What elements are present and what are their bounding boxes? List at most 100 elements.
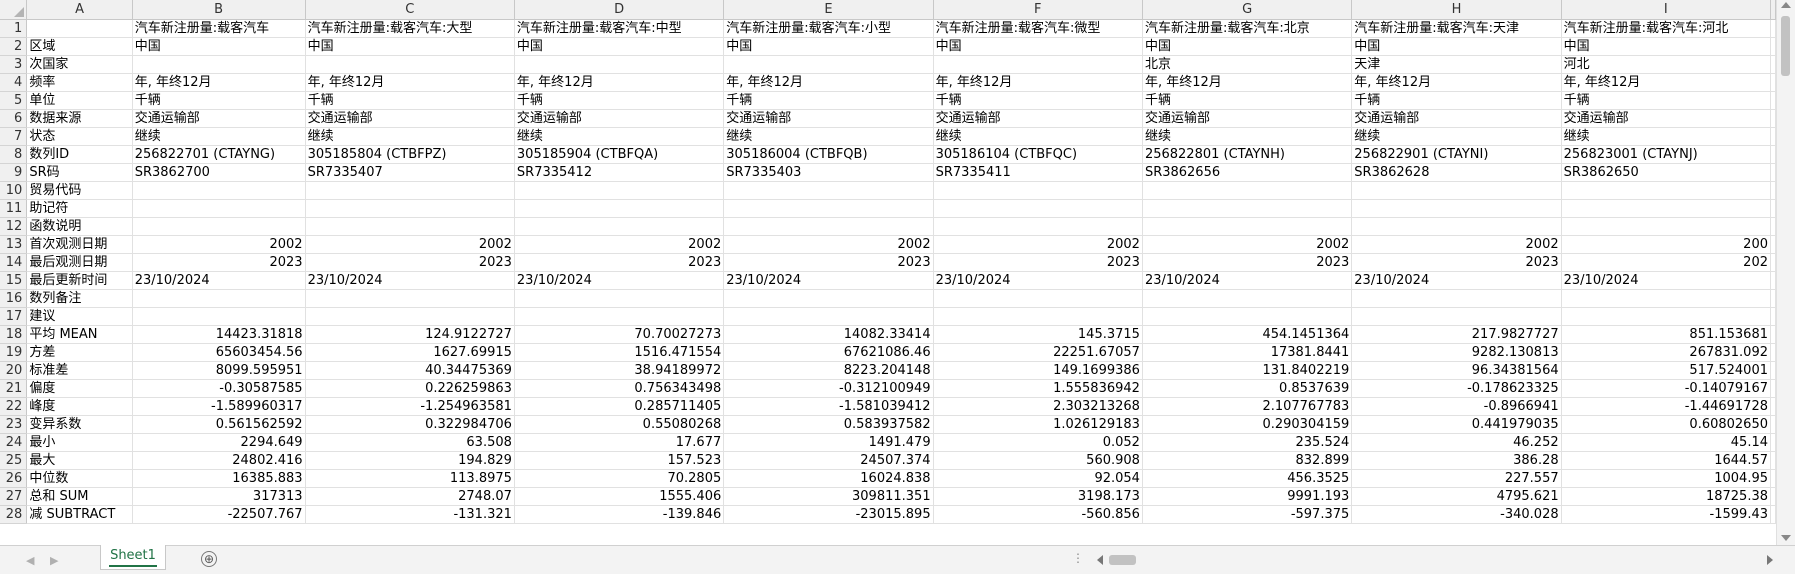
row-header[interactable]: 19 — [0, 343, 28, 362]
cell-B6[interactable]: 交通运输部 — [132, 109, 306, 128]
cell-A15[interactable]: 最后更新时间 — [26, 271, 133, 290]
cell-F3[interactable] — [933, 55, 1143, 74]
prev-sheet-icon[interactable]: ◀ — [26, 554, 34, 567]
row-header[interactable]: 16 — [0, 289, 28, 308]
cell-overflow[interactable] — [1770, 127, 1776, 146]
cell-F1[interactable]: 汽车新注册量:载客汽车:微型 — [933, 19, 1143, 38]
cell-overflow[interactable] — [1770, 271, 1776, 290]
cell-D1[interactable]: 汽车新注册量:载客汽车:中型 — [514, 19, 725, 38]
cell-D20[interactable]: 38.94189972 — [514, 361, 725, 380]
cell-E1[interactable]: 汽车新注册量:载客汽车:小型 — [723, 19, 934, 38]
cell-F27[interactable]: 3198.173 — [933, 487, 1143, 506]
column-header-H[interactable]: H — [1351, 0, 1562, 20]
row-header[interactable]: 3 — [0, 55, 28, 74]
row-header[interactable]: 18 — [0, 325, 28, 344]
cell-C18[interactable]: 124.9122727 — [305, 325, 515, 344]
cell-B13[interactable]: 2002 — [132, 235, 306, 254]
cell-F8[interactable]: 305186104 (CTBFQC) — [933, 145, 1143, 164]
cell-A17[interactable]: 建议 — [26, 307, 133, 326]
cell-I21[interactable]: -0.14079167 — [1561, 379, 1772, 398]
column-header-I[interactable]: I — [1561, 0, 1772, 20]
scroll-right-icon[interactable] — [1767, 555, 1773, 565]
cell-I27[interactable]: 18725.38 — [1561, 487, 1772, 506]
cell-C10[interactable] — [305, 181, 515, 200]
horizontal-scroll-thumb[interactable] — [1109, 555, 1136, 565]
column-header-E[interactable]: E — [723, 0, 934, 20]
cell-F24[interactable]: 0.052 — [933, 433, 1143, 452]
row-header[interactable]: 13 — [0, 235, 28, 254]
cell-overflow[interactable] — [1770, 235, 1776, 254]
cell-overflow[interactable] — [1770, 505, 1776, 524]
scroll-down-icon[interactable] — [1781, 535, 1791, 541]
cell-D24[interactable]: 17.677 — [514, 433, 725, 452]
cell-D23[interactable]: 0.55080268 — [514, 415, 725, 434]
cell-overflow[interactable] — [1770, 433, 1776, 452]
cell-B20[interactable]: 8099.595951 — [132, 361, 306, 380]
cell-C5[interactable]: 千辆 — [305, 91, 515, 110]
cell-A9[interactable]: SR码 — [26, 163, 133, 182]
cell-D7[interactable]: 继续 — [514, 127, 725, 146]
cell-I8[interactable]: 256823001 (CTAYNJ) — [1561, 145, 1772, 164]
cell-G14[interactable]: 2023 — [1142, 253, 1353, 272]
row-header[interactable]: 7 — [0, 127, 28, 146]
cell-A7[interactable]: 状态 — [26, 127, 133, 146]
cell-G4[interactable]: 年, 年终12月 — [1142, 73, 1353, 92]
row-header[interactable]: 2 — [0, 37, 28, 56]
cell-G8[interactable]: 256822801 (CTAYNH) — [1142, 145, 1353, 164]
row-header[interactable]: 25 — [0, 451, 28, 470]
cell-H1[interactable]: 汽车新注册量:载客汽车:天津 — [1351, 19, 1562, 38]
cell-F9[interactable]: SR7335411 — [933, 163, 1143, 182]
cell-B21[interactable]: -0.30587585 — [132, 379, 306, 398]
cell-F11[interactable] — [933, 199, 1143, 218]
cell-G6[interactable]: 交通运输部 — [1142, 109, 1353, 128]
cell-C22[interactable]: -1.254963581 — [305, 397, 515, 416]
sheet-tab-sheet1[interactable]: Sheet1 — [100, 545, 166, 570]
cell-I20[interactable]: 517.524001 — [1561, 361, 1772, 380]
cell-H19[interactable]: 9282.130813 — [1351, 343, 1562, 362]
cell-F28[interactable]: -560.856 — [933, 505, 1143, 524]
cell-C13[interactable]: 2002 — [305, 235, 515, 254]
column-header-F[interactable]: F — [933, 0, 1143, 20]
cell-B28[interactable]: -22507.767 — [132, 505, 306, 524]
cell-I6[interactable]: 交通运输部 — [1561, 109, 1772, 128]
cell-C27[interactable]: 2748.07 — [305, 487, 515, 506]
cell-B7[interactable]: 继续 — [132, 127, 306, 146]
row-header[interactable]: 10 — [0, 181, 28, 200]
cell-A25[interactable]: 最大 — [26, 451, 133, 470]
cell-A1[interactable] — [26, 19, 133, 38]
cell-A19[interactable]: 方差 — [26, 343, 133, 362]
cell-E6[interactable]: 交通运输部 — [723, 109, 934, 128]
cell-C12[interactable] — [305, 217, 515, 236]
cell-D8[interactable]: 305185904 (CTBFQA) — [514, 145, 725, 164]
cell-G7[interactable]: 继续 — [1142, 127, 1353, 146]
cell-A4[interactable]: 频率 — [26, 73, 133, 92]
row-header[interactable]: 20 — [0, 361, 28, 380]
row-header[interactable]: 21 — [0, 379, 28, 398]
cell-D25[interactable]: 157.523 — [514, 451, 725, 470]
row-header[interactable]: 1 — [0, 19, 28, 38]
cell-E25[interactable]: 24507.374 — [723, 451, 934, 470]
cell-G19[interactable]: 17381.8441 — [1142, 343, 1353, 362]
cell-B16[interactable] — [132, 289, 306, 308]
cell-overflow[interactable] — [1770, 217, 1776, 236]
cell-G16[interactable] — [1142, 289, 1353, 308]
cell-E17[interactable] — [723, 307, 934, 326]
cell-C24[interactable]: 63.508 — [305, 433, 515, 452]
cell-B1[interactable]: 汽车新注册量:载客汽车 — [132, 19, 306, 38]
cell-A27[interactable]: 总和 SUM — [26, 487, 133, 506]
cell-I13[interactable]: 200 — [1561, 235, 1772, 254]
cell-E9[interactable]: SR7335403 — [723, 163, 934, 182]
tab-split-handle-icon[interactable]: ⋮ — [1072, 551, 1085, 565]
cell-overflow[interactable] — [1770, 343, 1776, 362]
row-header[interactable]: 15 — [0, 271, 28, 290]
cell-C4[interactable]: 年, 年终12月 — [305, 73, 515, 92]
sheet-grid-area[interactable]: ABCDEFGHI 1 汽车新注册量:载客汽车 汽车新注册量:载客汽车:大型 汽车新注… — [0, 0, 1776, 545]
cell-overflow[interactable] — [1770, 415, 1776, 434]
cell-C8[interactable]: 305185804 (CTBFPZ) — [305, 145, 515, 164]
cell-D12[interactable] — [514, 217, 725, 236]
cell-G17[interactable] — [1142, 307, 1353, 326]
cell-overflow[interactable] — [1770, 199, 1776, 218]
cell-G20[interactable]: 131.8402219 — [1142, 361, 1353, 380]
row-header[interactable]: 14 — [0, 253, 28, 272]
vertical-scroll-thumb[interactable] — [1781, 16, 1790, 76]
